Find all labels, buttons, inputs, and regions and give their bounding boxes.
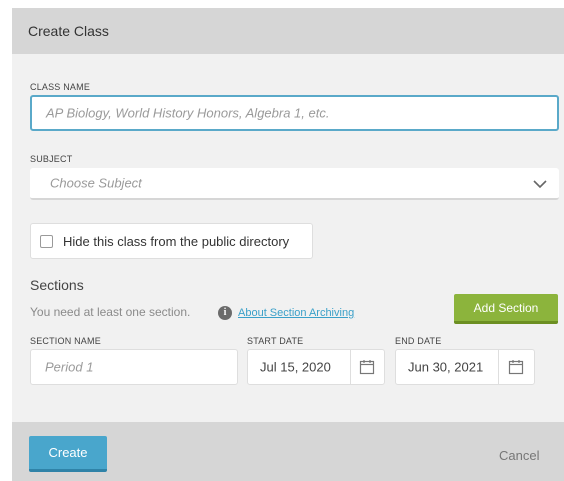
hide-class-checkbox-row[interactable]: Hide this class from the public director…: [30, 223, 313, 259]
create-button[interactable]: Create: [29, 436, 107, 472]
cancel-button[interactable]: Cancel: [499, 448, 539, 463]
hide-class-checkbox[interactable]: [40, 235, 53, 248]
section-name-placeholder: Period 1: [45, 359, 94, 375]
start-date-value: Jul 15, 2020: [260, 359, 331, 375]
subject-placeholder: Choose Subject: [50, 175, 142, 191]
end-date-value: Jun 30, 2021: [408, 359, 484, 375]
start-date-input[interactable]: Jul 15, 2020: [247, 349, 385, 385]
chevron-down-icon: [533, 180, 547, 189]
class-name-label: CLASS NAME: [30, 82, 91, 92]
end-date-divider: [498, 350, 499, 384]
dialog-footer: Create Cancel: [12, 422, 564, 481]
subject-select[interactable]: Choose Subject: [30, 168, 559, 200]
class-name-placeholder: AP Biology, World History Honors, Algebr…: [46, 105, 330, 121]
create-class-dialog: Create Class CLASS NAME AP Biology, Worl…: [12, 8, 564, 481]
section-name-input[interactable]: Period 1: [30, 349, 238, 385]
end-date-label: END DATE: [395, 336, 442, 346]
start-date-label: START DATE: [247, 336, 304, 346]
hide-class-label: Hide this class from the public director…: [63, 234, 290, 249]
subject-label: SUBJECT: [30, 154, 73, 164]
calendar-icon[interactable]: [359, 359, 375, 375]
dialog-title: Create Class: [28, 23, 109, 39]
end-date-input[interactable]: Jun 30, 2021: [395, 349, 535, 385]
section-name-label: SECTION NAME: [30, 336, 101, 346]
calendar-icon[interactable]: [508, 359, 524, 375]
about-section-archiving-link[interactable]: About Section Archiving: [238, 307, 354, 319]
info-icon[interactable]: i: [218, 306, 232, 320]
class-name-input[interactable]: AP Biology, World History Honors, Algebr…: [30, 95, 559, 131]
sections-heading: Sections: [30, 277, 84, 293]
start-date-divider: [350, 350, 351, 384]
sections-note: You need at least one section.: [30, 305, 191, 319]
dialog-header: Create Class: [12, 8, 564, 54]
add-section-button[interactable]: Add Section: [454, 294, 558, 324]
